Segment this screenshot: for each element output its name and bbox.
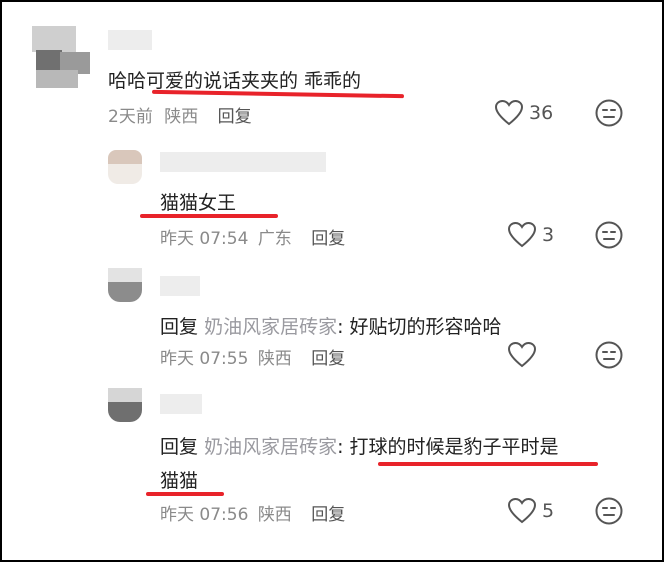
avatar[interactable] [108,388,142,422]
reply-button[interactable]: 回复 [311,349,345,369]
heart-icon [508,222,536,248]
reply-prefix: 回复 [160,316,199,338]
comment-meta: 昨天 07:55 陕西 回复 [160,344,345,369]
reply-button[interactable]: 回复 [311,229,345,249]
avatar[interactable] [108,150,142,184]
heart-icon [508,498,536,524]
neutral-face-icon[interactable] [595,341,623,369]
comment-time: 昨天 07:56 [160,505,249,525]
username-blurred[interactable] [160,152,326,172]
like-count: 5 [542,500,555,522]
mention-link[interactable]: 奶油风家居砖家 [204,436,337,458]
heart-icon [508,342,536,368]
like-button[interactable]: 3 [508,222,554,248]
comment-time: 昨天 07:55 [160,349,249,369]
username-blurred[interactable] [160,394,202,414]
like-count: 36 [529,102,554,124]
comment-location: 广东 [257,229,292,249]
neutral-face-icon[interactable] [595,221,623,249]
reply-text: 回复 奶油风家居砖家: 好贴切的形容哈哈 [160,312,502,339]
neutral-face-icon[interactable] [595,99,623,127]
avatar[interactable] [108,268,142,302]
comment-time: 昨天 07:54 [160,229,249,249]
comment-text: 猫猫女王 [160,192,237,214]
reply-text: 回复 奶油风家居砖家: 打球的时候是豹子平时是 [160,432,559,459]
mention-link[interactable]: 奶油风家居砖家 [204,316,337,338]
comment-location: 陕西 [257,349,292,369]
comment-time: 2天前 [108,107,153,127]
neutral-face-icon[interactable] [595,497,623,525]
comment-location: 陕西 [164,107,199,127]
annotation-underline [140,214,278,218]
comment-meta: 2天前 陕西 回复 [108,102,252,127]
reply-button[interactable]: 回复 [218,107,252,127]
annotation-underline [146,492,224,496]
comment-text: 哈哈可爱的说话夹夹的 乖乖的 [108,70,362,92]
reply-body: : 好贴切的形容哈哈 [337,316,502,338]
comment-meta: 昨天 07:54 广东 回复 [160,224,345,249]
comment-meta: 昨天 07:56 陕西 回复 [160,500,345,525]
reply-prefix: 回复 [160,436,199,458]
avatar[interactable] [22,22,92,92]
reply-body: : 打球的时候是豹子平时是 [337,436,559,458]
like-button[interactable] [508,342,536,368]
like-button[interactable]: 36 [495,100,553,126]
heart-icon [495,100,523,126]
annotation-underline [378,462,598,466]
comment-location: 陕西 [257,505,292,525]
like-count: 3 [542,224,555,246]
username-blurred[interactable] [160,276,200,296]
like-button[interactable]: 5 [508,498,554,524]
reply-button[interactable]: 回复 [311,505,345,525]
reply-text-line2: 猫猫 [160,470,199,492]
username-blurred[interactable] [108,30,152,50]
